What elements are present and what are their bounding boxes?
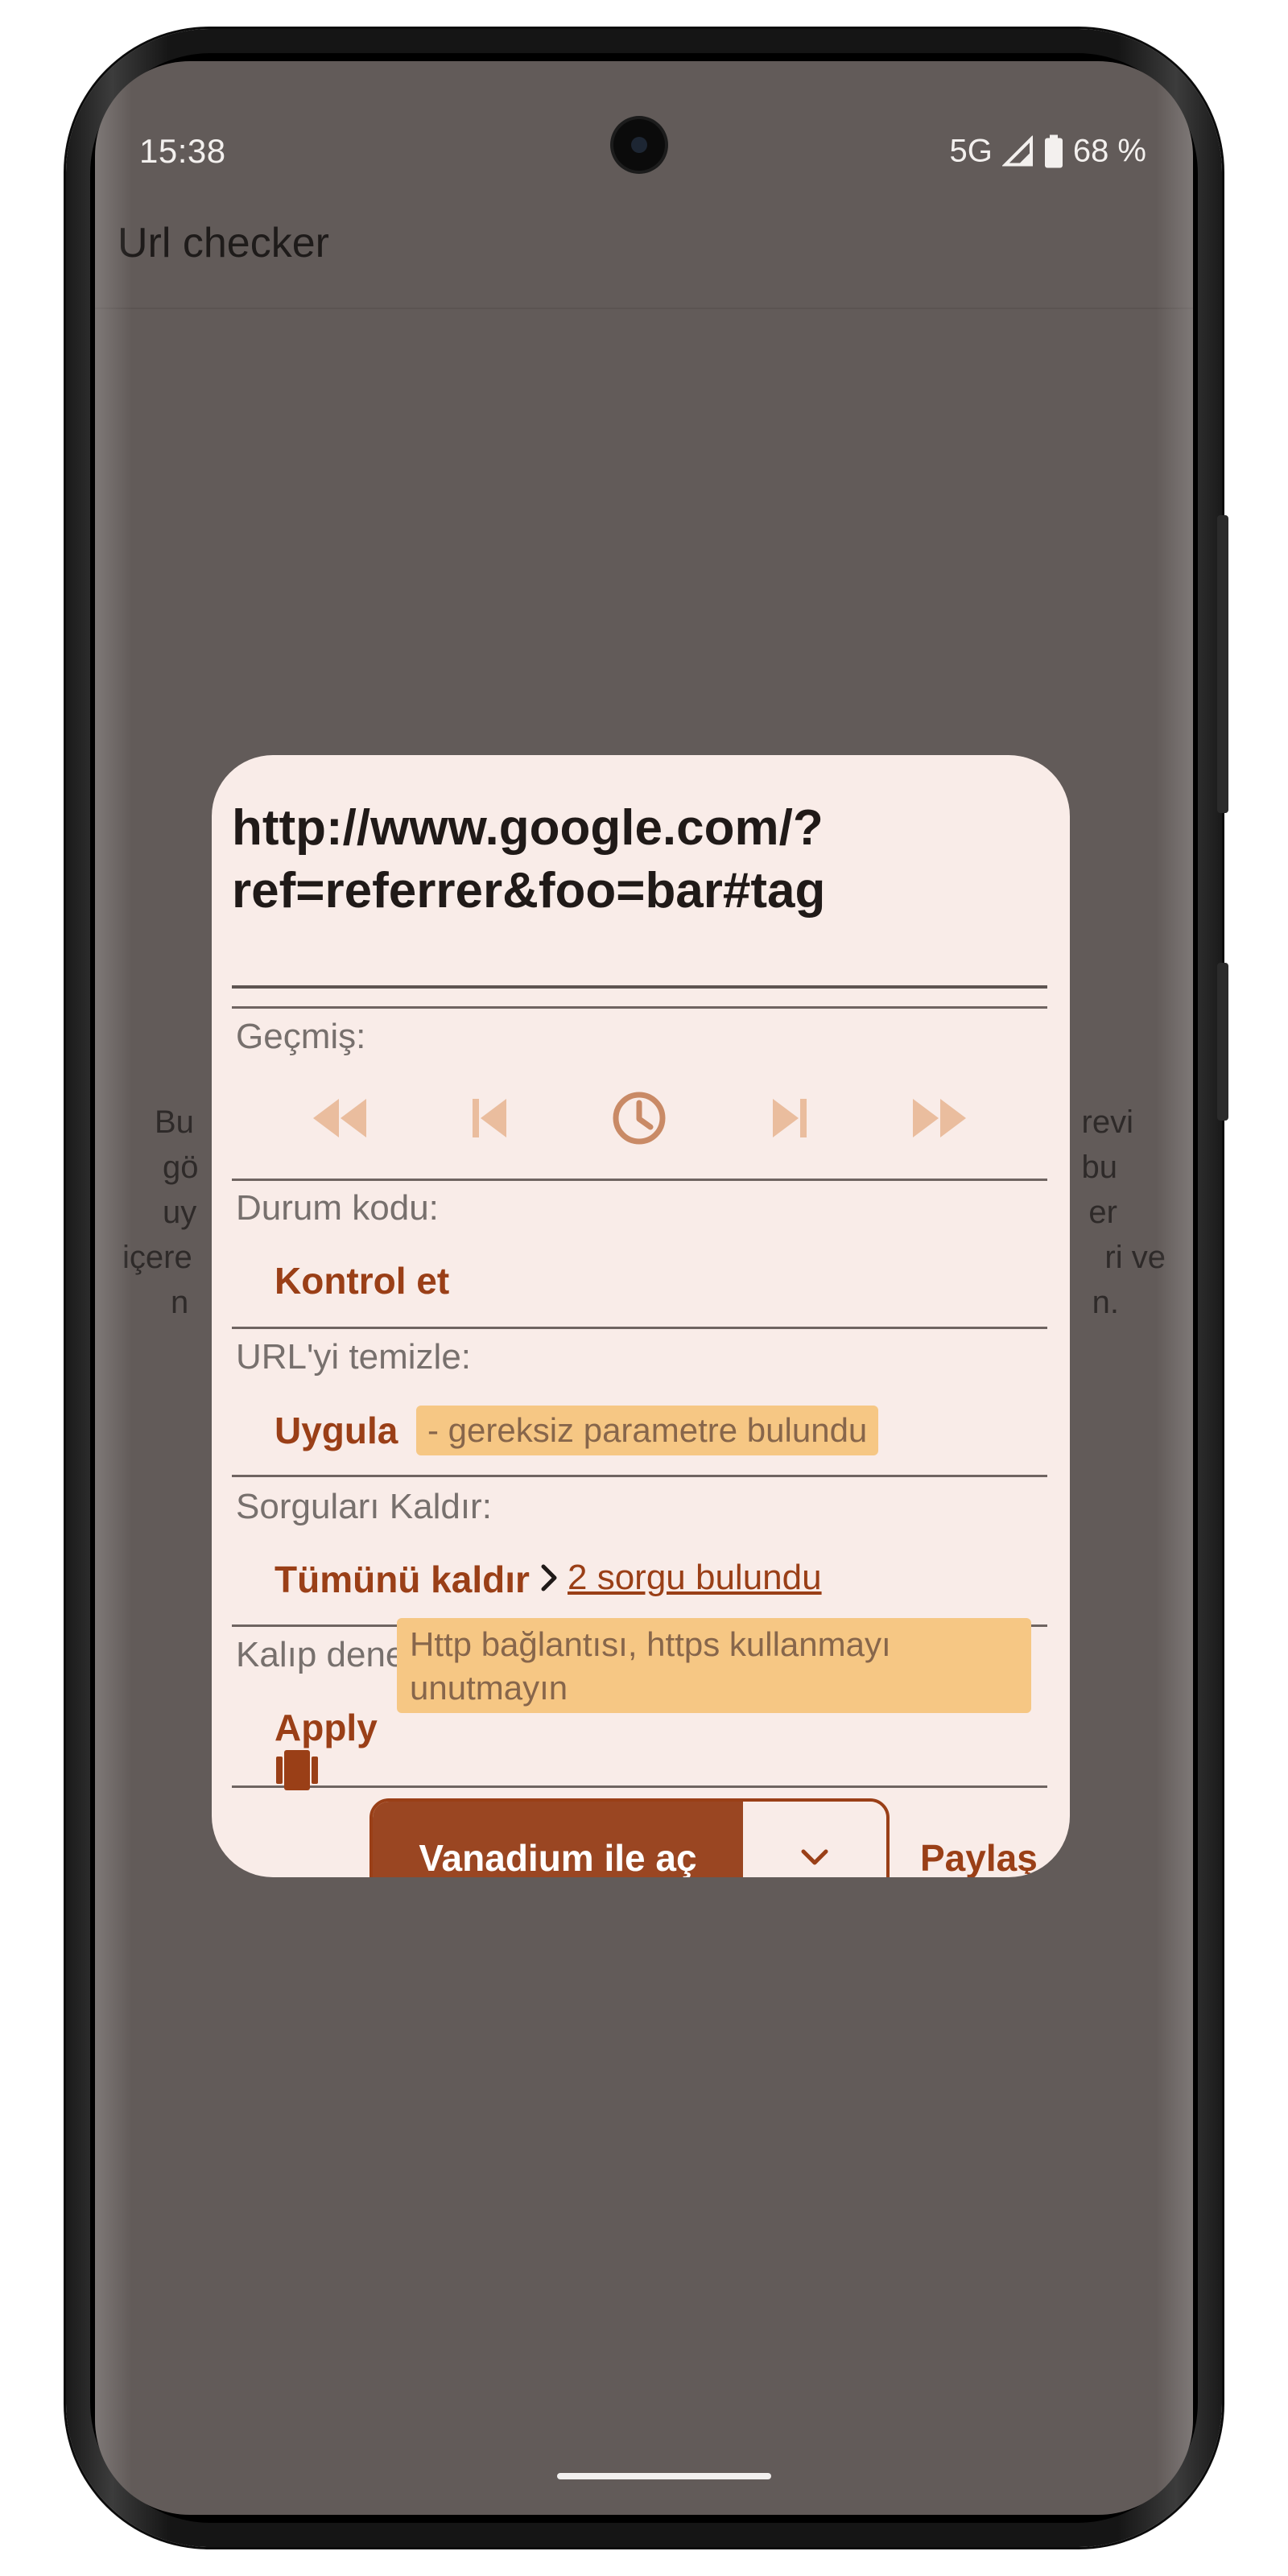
url-check-dialog: http://www.google.com/?ref=referrer&foo=… (212, 755, 1070, 1877)
url-underline (232, 985, 1047, 989)
divider (232, 1327, 1047, 1329)
rewind-icon[interactable] (303, 1082, 375, 1154)
phone-screen: 15:38 5G 68 % Url checker Bu gö uy içere… (95, 61, 1193, 2515)
open-in-browser-button[interactable]: Vanadium ile aç (373, 1802, 743, 1877)
app-title: Url checker (118, 220, 329, 266)
divider (232, 1785, 1047, 1788)
browser-dropdown-button[interactable] (743, 1802, 886, 1877)
queries-found-link[interactable]: 2 sorgu bulundu (568, 1558, 822, 1598)
apply-clear-button[interactable]: Uygula (275, 1409, 398, 1452)
history-label: Geçmiş: (236, 1017, 366, 1056)
network-type: 5G (949, 133, 993, 169)
clear-url-label: URL'yi temizle: (236, 1337, 472, 1377)
status-icons: 5G 68 % (949, 134, 1146, 170)
check-status-button[interactable]: Kontrol et (275, 1259, 449, 1302)
history-clock-icon[interactable] (603, 1082, 675, 1154)
share-button[interactable]: Paylaş (920, 1836, 1038, 1877)
volume-button (1217, 515, 1228, 813)
remove-all-button[interactable]: Tümünü kaldır (275, 1558, 530, 1601)
divider (232, 1006, 1047, 1009)
open-with-split-button: Vanadium ile aç (369, 1798, 890, 1877)
params-found-chip: - gereksiz parametre bulundu (416, 1406, 879, 1455)
apply-pattern-button[interactable]: Apply (275, 1706, 378, 1749)
http-warning-chip: Http bağlantısı, https kullanmayı unutma… (397, 1618, 1031, 1713)
chevron-down-icon (801, 1849, 828, 1865)
status-time: 15:38 (139, 132, 226, 170)
remove-queries-label: Sorguları Kaldır: (236, 1487, 492, 1526)
fast-forward-icon[interactable] (904, 1082, 976, 1154)
divider (232, 1179, 1047, 1181)
app-bar-divider (95, 308, 1193, 309)
open-with-icon[interactable] (273, 1745, 323, 1795)
history-controls (232, 1082, 1047, 1154)
status-code-label: Durum kodu: (236, 1188, 439, 1228)
chevron-right-icon[interactable] (540, 1563, 559, 1592)
battery-icon (1044, 134, 1063, 167)
power-button (1217, 963, 1228, 1121)
front-camera (613, 119, 665, 171)
home-indicator[interactable] (557, 2473, 771, 2479)
url-text[interactable]: http://www.google.com/?ref=referrer&foo=… (232, 797, 1045, 923)
divider (232, 1475, 1047, 1477)
skip-previous-icon[interactable] (453, 1082, 526, 1154)
battery-level: 68 % (1072, 133, 1146, 169)
skip-next-icon[interactable] (753, 1082, 826, 1154)
signal-icon (1001, 135, 1033, 166)
